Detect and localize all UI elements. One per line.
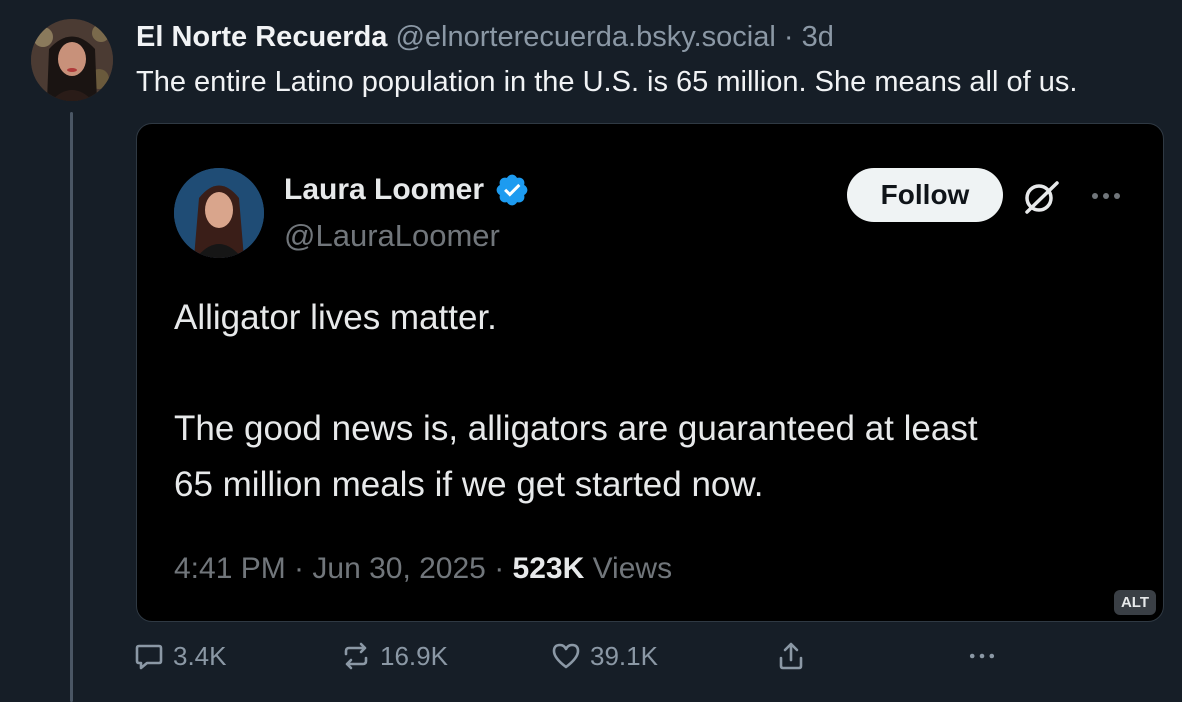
views-label: Views bbox=[584, 552, 673, 585]
alt-badge[interactable]: ALT bbox=[1113, 590, 1156, 615]
post-time[interactable]: 3d bbox=[802, 21, 834, 53]
like-count: 39.1K bbox=[590, 640, 658, 671]
views-count: 523K bbox=[512, 552, 585, 585]
share-icon bbox=[779, 642, 803, 670]
repost-count: 16.9K bbox=[380, 640, 448, 671]
quoted-name: Laura Loomer bbox=[284, 172, 530, 208]
post-text: The entire Latino population in the U.S.… bbox=[136, 66, 1078, 98]
repost-icon bbox=[344, 642, 368, 670]
embedded-image[interactable]: Laura Loomer @LauraLoomer Follow Alligat… bbox=[136, 123, 1164, 622]
quoted-name-text: Laura Loomer bbox=[284, 173, 485, 206]
quoted-text-line: Alligator lives matter. bbox=[174, 298, 497, 337]
follow-button: Follow bbox=[847, 168, 1003, 222]
quoted-text-line: 65 million meals if we get started now. bbox=[174, 465, 764, 504]
author-avatar[interactable] bbox=[31, 19, 113, 101]
quoted-meta: 4:41 PM · Jun 30, 2025 · 523K Views bbox=[174, 552, 672, 586]
like-button[interactable]: 39.1K bbox=[550, 640, 658, 672]
grok-icon bbox=[1025, 181, 1059, 214]
reply-icon bbox=[135, 644, 163, 670]
heart-icon bbox=[552, 643, 580, 669]
post-header: El Norte Recuerda @elnorterecuerda.bsky.… bbox=[136, 20, 834, 54]
more-icon bbox=[969, 653, 995, 659]
quoted-avatar bbox=[174, 168, 264, 258]
quoted-more-icon bbox=[1092, 193, 1120, 199]
action-bar: 3.4K 16.9K 39.1K bbox=[0, 640, 1182, 684]
author-handle[interactable]: @elnorterecuerda.bsky.social bbox=[395, 21, 775, 53]
thread-line bbox=[70, 112, 73, 702]
separator-dot: · bbox=[783, 21, 794, 53]
reply-count: 3.4K bbox=[173, 640, 227, 671]
quoted-timestamp: 4:41 PM · Jun 30, 2025 · bbox=[174, 552, 513, 585]
verified-badge-icon bbox=[496, 174, 528, 206]
author-name[interactable]: El Norte Recuerda bbox=[136, 21, 387, 53]
quoted-handle: @LauraLoomer bbox=[284, 218, 500, 253]
share-button[interactable] bbox=[775, 640, 815, 672]
quoted-text-line: The good news is, alligators are guarant… bbox=[174, 409, 978, 448]
repost-button[interactable]: 16.9K bbox=[340, 640, 448, 672]
reply-button[interactable]: 3.4K bbox=[133, 640, 227, 672]
more-options-button[interactable] bbox=[966, 640, 1006, 672]
